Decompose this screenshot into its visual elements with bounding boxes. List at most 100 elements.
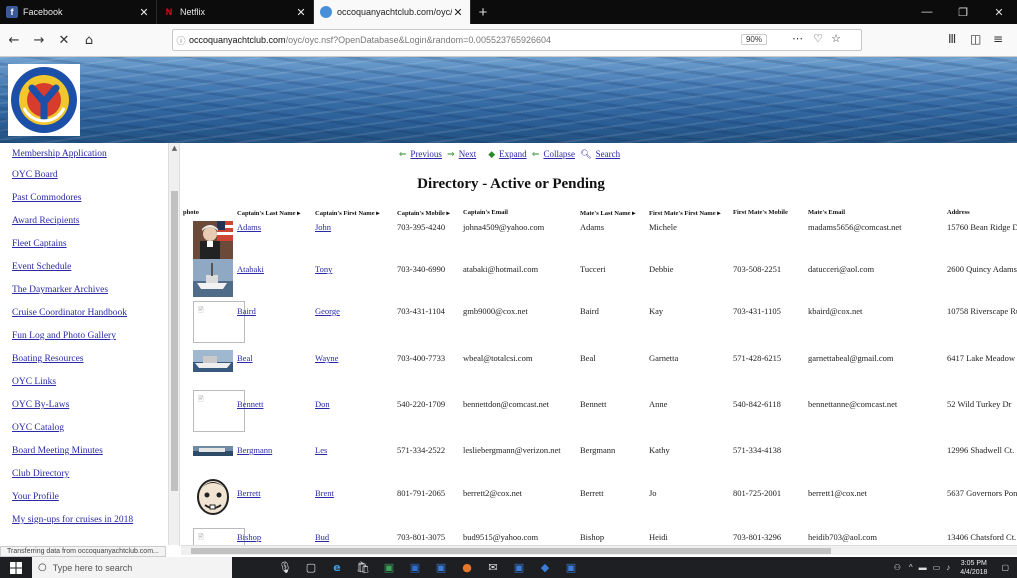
- captain-last-link[interactable]: Adams: [237, 222, 261, 232]
- close-window-icon[interactable]: ✕: [981, 0, 1017, 24]
- sidebar-toggle-icon[interactable]: ◫: [970, 32, 981, 46]
- outlook-icon[interactable]: ▣: [402, 557, 428, 578]
- col-header-captain-first[interactable]: Captain's First Name ▸: [315, 209, 379, 217]
- col-header-captain-mobile[interactable]: Captain's Mobile ▸: [397, 209, 450, 217]
- stop-icon[interactable]: ✕: [53, 29, 75, 51]
- member-photo[interactable]: [193, 259, 233, 297]
- app-icon[interactable]: ▣: [506, 557, 532, 578]
- scrollbar-thumb[interactable]: [191, 548, 831, 554]
- app-icon[interactable]: ▣: [558, 557, 584, 578]
- search-link[interactable]: Search: [596, 149, 621, 159]
- captain-first-link[interactable]: John: [315, 222, 331, 232]
- captain-first-link[interactable]: George: [315, 306, 340, 316]
- member-photo[interactable]: [193, 475, 233, 519]
- scroll-up-icon[interactable]: ▲: [169, 143, 180, 153]
- close-tab-icon[interactable]: ✕: [295, 6, 307, 19]
- sidebar-item-daymarker-archives[interactable]: The Daymarker Archives: [12, 285, 108, 295]
- store-icon[interactable]: 🛍︎: [350, 557, 376, 578]
- notifications-icon[interactable]: ▢: [993, 563, 1017, 572]
- captain-last-link[interactable]: Bennett: [237, 399, 263, 409]
- captain-first-link[interactable]: Les: [315, 445, 327, 455]
- previous-link[interactable]: Previous: [410, 149, 442, 159]
- col-header-captain-last[interactable]: Captain's Last Name ▸: [237, 209, 300, 217]
- tab-netflix[interactable]: N Netflix ✕: [157, 0, 314, 24]
- col-header-mate-last[interactable]: Mate's Last Name ▸: [580, 209, 635, 217]
- sidebar-item-fun-log[interactable]: Fun Log and Photo Gallery: [12, 331, 116, 341]
- back-icon[interactable]: ←: [3, 29, 25, 51]
- club-logo[interactable]: [8, 64, 80, 136]
- captain-first-link[interactable]: Tony: [315, 264, 332, 274]
- menu-icon[interactable]: ≡: [993, 32, 1003, 46]
- forward-icon[interactable]: →: [28, 29, 50, 51]
- sidebar-item-event-schedule[interactable]: Event Schedule: [12, 262, 71, 272]
- expand-link[interactable]: Expand: [499, 149, 527, 159]
- col-header-mate-first[interactable]: First Mate's First Name ▸: [649, 209, 721, 217]
- excel-icon[interactable]: ▣: [376, 557, 402, 578]
- captain-last-link[interactable]: Beal: [237, 353, 253, 363]
- close-tab-icon[interactable]: ✕: [452, 6, 464, 19]
- col-header-photo[interactable]: photo: [183, 209, 199, 216]
- sidebar-item-award-recipients[interactable]: Award Recipients: [12, 216, 79, 226]
- home-icon[interactable]: ⌂: [78, 29, 100, 51]
- taskbar-search-box[interactable]: ○ Type here to search: [32, 557, 232, 578]
- col-header-mate-mobile[interactable]: First Mate's Mobile: [733, 209, 788, 216]
- people-icon[interactable]: ⚇: [894, 563, 901, 572]
- new-tab-button[interactable]: +: [471, 0, 495, 24]
- sidebar-item-oyc-board[interactable]: OYC Board: [12, 170, 58, 180]
- url-bar[interactable]: ⓘ occoquanyachtclub.com /oyc/oyc.nsf?Ope…: [172, 29, 862, 51]
- scrollbar-thumb[interactable]: [171, 191, 178, 491]
- sidebar-item-past-commodores[interactable]: Past Commodores: [12, 193, 81, 203]
- app-icon[interactable]: ◆: [532, 557, 558, 578]
- microphone-icon[interactable]: 🎙︎: [272, 557, 298, 578]
- captain-first-link[interactable]: Don: [315, 399, 330, 409]
- captain-last-link[interactable]: Berrett: [237, 488, 261, 498]
- restore-icon[interactable]: ❐: [945, 0, 981, 24]
- zoom-level[interactable]: 90%: [740, 34, 767, 45]
- sidebar-item-oyc-links[interactable]: OYC Links: [12, 377, 56, 387]
- captain-first-link[interactable]: Bud: [315, 532, 329, 542]
- captain-last-link[interactable]: Atabaki: [237, 264, 264, 274]
- photos-icon[interactable]: ▣: [428, 557, 454, 578]
- captain-last-link[interactable]: Bergmann: [237, 445, 272, 455]
- library-icon[interactable]: Ⅲ: [948, 32, 956, 46]
- tab-facebook[interactable]: f Facebook ✕: [0, 0, 157, 24]
- captain-first-link[interactable]: Wayne: [315, 353, 338, 363]
- minimize-icon[interactable]: —: [909, 0, 945, 24]
- sidebar-item-membership-application[interactable]: Membership Application: [12, 149, 107, 159]
- sidebar-item-your-profile[interactable]: Your Profile: [12, 492, 59, 502]
- info-icon[interactable]: ⓘ: [173, 34, 189, 47]
- broken-image-icon[interactable]: 🖹: [193, 390, 245, 432]
- sidebar-item-boating-resources[interactable]: Boating Resources: [12, 354, 84, 364]
- col-header-mate-email[interactable]: Mate's Email: [808, 209, 845, 216]
- captain-last-link[interactable]: Bishop: [237, 532, 261, 542]
- windows-start-icon[interactable]: [0, 557, 32, 578]
- clock[interactable]: 3:05 PM 4/4/2018: [954, 559, 993, 577]
- bookmark-star-icon[interactable]: ☆: [831, 32, 841, 45]
- firefox-icon[interactable]: ●: [454, 557, 480, 578]
- sidebar-item-fleet-captains[interactable]: Fleet Captains: [12, 239, 67, 249]
- close-tab-icon[interactable]: ✕: [138, 6, 150, 19]
- captain-last-link[interactable]: Baird: [237, 306, 256, 316]
- sidebar-item-cruise-handbook[interactable]: Cruise Coordinator Handbook: [12, 308, 127, 318]
- volume-icon[interactable]: ♪: [946, 563, 950, 572]
- horizontal-scrollbar[interactable]: [181, 545, 1017, 555]
- member-photo[interactable]: [193, 221, 233, 259]
- next-link[interactable]: Next: [459, 149, 477, 159]
- captain-first-link[interactable]: Brent: [315, 488, 334, 498]
- col-header-captain-email[interactable]: Captain's Email: [463, 209, 508, 216]
- sidebar-item-oyc-catalog[interactable]: OYC Catalog: [12, 423, 64, 433]
- mail-icon[interactable]: ✉: [480, 557, 506, 578]
- sidebar-item-my-signups[interactable]: My sign-ups for cruises in 2018: [12, 515, 133, 525]
- sidebar-scrollbar[interactable]: ▲: [168, 143, 179, 545]
- battery-icon[interactable]: ▭: [933, 563, 941, 572]
- member-photo[interactable]: [193, 443, 233, 456]
- edge-icon[interactable]: e: [324, 557, 350, 578]
- member-photo[interactable]: [193, 350, 233, 372]
- sidebar-item-club-directory[interactable]: Club Directory: [12, 469, 69, 479]
- task-view-icon[interactable]: ▢: [298, 557, 324, 578]
- collapse-link[interactable]: Collapse: [543, 149, 575, 159]
- page-actions-icon[interactable]: ⋯: [792, 32, 803, 45]
- sidebar-item-oyc-bylaws[interactable]: OYC By-Laws: [12, 400, 69, 410]
- tray-chevron-icon[interactable]: ^: [909, 563, 913, 572]
- pocket-icon[interactable]: ♡: [813, 32, 823, 45]
